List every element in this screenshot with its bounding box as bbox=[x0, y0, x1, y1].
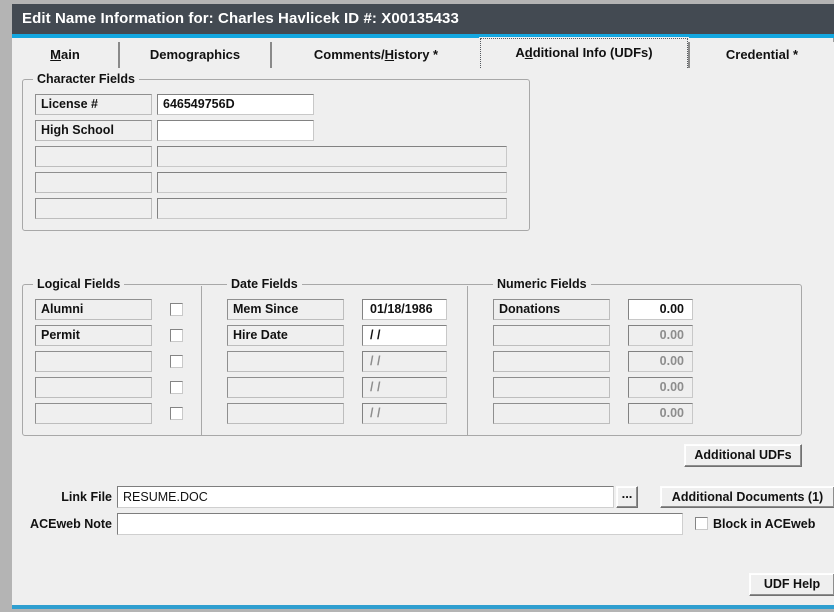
numeric-field-label-1 bbox=[493, 325, 610, 346]
additional-documents-button[interactable]: Additional Documents (1) bbox=[660, 486, 834, 508]
numeric-field-input-3: 0.00 bbox=[628, 377, 693, 398]
window-client-area: Main Demographics Comments/History * Add… bbox=[12, 38, 834, 605]
numeric-field-label-3 bbox=[493, 377, 610, 398]
numeric-field-input-2: 0.00 bbox=[628, 351, 693, 372]
logical-field-label-4 bbox=[35, 403, 152, 424]
logical-field-label-3 bbox=[35, 377, 152, 398]
tab-comments-history-accesskey: H bbox=[384, 47, 395, 62]
logical-date-numeric-group: Logical Fields Date Fields Numeric Field… bbox=[22, 277, 802, 436]
divider-logical-date bbox=[201, 286, 202, 436]
block-in-aceweb-checkbox[interactable] bbox=[695, 517, 708, 530]
numeric-field-label-2 bbox=[493, 351, 610, 372]
divider-date-numeric bbox=[467, 286, 468, 436]
numeric-field-input-4: 0.00 bbox=[628, 403, 693, 424]
tab-strip: Main Demographics Comments/History * Add… bbox=[12, 38, 834, 68]
character-field-input-3 bbox=[157, 172, 507, 193]
character-field-label-0: License # bbox=[35, 94, 152, 115]
udf-help-button[interactable]: UDF Help bbox=[749, 573, 834, 596]
date-field-label-2 bbox=[227, 351, 344, 372]
additional-udfs-button[interactable]: Additional UDFs bbox=[684, 444, 802, 467]
edit-name-information-window: Edit Name Information for: Charles Havli… bbox=[0, 0, 834, 612]
link-file-input[interactable]: RESUME.DOC bbox=[117, 486, 614, 508]
date-field-label-1: Hire Date bbox=[227, 325, 344, 346]
date-field-input-1[interactable]: / / bbox=[362, 325, 447, 346]
tab-demographics[interactable]: Demographics bbox=[118, 42, 270, 68]
tab-main[interactable]: Main bbox=[12, 42, 118, 68]
tab-credential[interactable]: Credential * bbox=[688, 42, 834, 68]
tab-comments-history[interactable]: Comments/History * bbox=[270, 42, 480, 68]
date-field-label-0: Mem Since bbox=[227, 299, 344, 320]
page-title: Edit Name Information for: Charles Havli… bbox=[22, 10, 459, 27]
date-field-input-4: / / bbox=[362, 403, 447, 424]
logical-field-label-1: Permit bbox=[35, 325, 152, 346]
tab-main-accesskey: M bbox=[50, 47, 62, 62]
date-field-input-0[interactable]: 01/18/1986 bbox=[362, 299, 447, 320]
character-field-input-0[interactable]: 646549756D bbox=[157, 94, 314, 115]
tab-comments-history-label-rest: istory * bbox=[394, 47, 439, 62]
link-file-browse-button[interactable]: ... bbox=[616, 486, 638, 508]
character-fields-legend: Character Fields bbox=[33, 72, 139, 86]
logical-field-checkbox-0[interactable] bbox=[170, 303, 183, 316]
character-field-label-1: High School bbox=[35, 120, 152, 141]
date-field-input-2: / / bbox=[362, 351, 447, 372]
udf-panel: Character Fields License # 646549756D Hi… bbox=[12, 68, 834, 605]
numeric-field-label-4 bbox=[493, 403, 610, 424]
logical-field-label-0: Alumni bbox=[35, 299, 152, 320]
logical-field-checkbox-1[interactable] bbox=[170, 329, 183, 342]
date-field-label-3 bbox=[227, 377, 344, 398]
character-field-label-3 bbox=[35, 172, 152, 193]
numeric-field-input-0[interactable]: 0.00 bbox=[628, 299, 693, 320]
window-title-bar: Edit Name Information for: Charles Havli… bbox=[12, 4, 834, 34]
block-in-aceweb-label: Block in ACEweb bbox=[713, 517, 816, 531]
tab-additional-info-udfs[interactable]: Additional Info (UDFs) bbox=[480, 38, 688, 68]
tab-comments-history-label: Comments/ bbox=[313, 47, 385, 62]
date-field-input-3: / / bbox=[362, 377, 447, 398]
character-field-label-2 bbox=[35, 146, 152, 167]
numeric-field-label-0: Donations bbox=[493, 299, 610, 320]
tab-main-label: ain bbox=[61, 47, 80, 62]
logical-field-checkbox-4 bbox=[170, 407, 183, 420]
numeric-fields-legend: Numeric Fields bbox=[493, 277, 591, 291]
accent-line-bottom bbox=[12, 605, 834, 609]
aceweb-note-input[interactable] bbox=[117, 513, 683, 535]
tab-additional-info-label: A bbox=[515, 45, 525, 60]
date-fields-legend: Date Fields bbox=[227, 277, 302, 291]
character-field-input-4 bbox=[157, 198, 507, 219]
logical-fields-legend: Logical Fields bbox=[33, 277, 125, 291]
logical-field-label-2 bbox=[35, 351, 152, 372]
tab-additional-info-accesskey: d bbox=[524, 45, 533, 60]
aceweb-note-label: ACEweb Note bbox=[30, 517, 112, 531]
tab-credential-label: Credential * bbox=[725, 47, 799, 62]
logical-field-checkbox-2 bbox=[170, 355, 183, 368]
character-field-input-2 bbox=[157, 146, 507, 167]
numeric-field-input-1: 0.00 bbox=[628, 325, 693, 346]
tab-demographics-label: Demographics bbox=[149, 47, 241, 62]
tab-additional-info-label-rest: ditional Info (UDFs) bbox=[532, 45, 653, 60]
link-file-label: Link File bbox=[61, 490, 112, 504]
logical-field-checkbox-3 bbox=[170, 381, 183, 394]
character-field-input-1[interactable] bbox=[157, 120, 314, 141]
date-field-label-4 bbox=[227, 403, 344, 424]
character-field-label-4 bbox=[35, 198, 152, 219]
character-fields-group: Character Fields License # 646549756D Hi… bbox=[22, 72, 530, 231]
